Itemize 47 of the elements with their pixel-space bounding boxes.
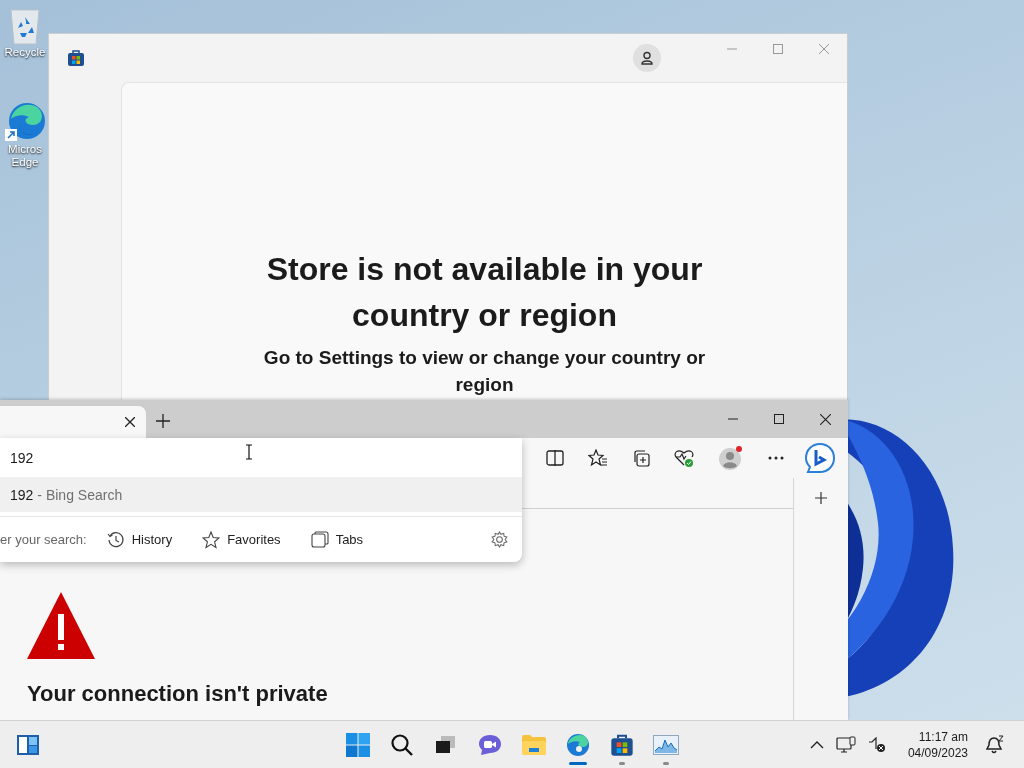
network-icon[interactable] — [835, 735, 856, 754]
time-label: 11:17 am — [918, 728, 968, 745]
text-cursor-icon — [245, 444, 253, 460]
page-heading: Your connection isn't private — [27, 681, 329, 707]
favorites-filter-button[interactable]: Favorites — [202, 530, 281, 549]
bell-icon[interactable] — [986, 734, 1006, 755]
store-bag-icon — [67, 49, 85, 67]
history-filter-button[interactable]: History — [106, 530, 173, 549]
performance-chart-icon[interactable] — [653, 734, 679, 755]
store-bag-icon[interactable] — [610, 732, 634, 757]
tabs-filter-button[interactable]: Tabs — [310, 530, 364, 549]
task-view-icon[interactable] — [435, 734, 457, 755]
recycle-bin-icon[interactable] — [7, 8, 43, 46]
suggestion-item[interactable]: 192 - Bing Search — [0, 477, 522, 512]
widgets-icon[interactable] — [16, 733, 40, 756]
maximize-icon[interactable] — [774, 414, 784, 424]
new-tab-icon[interactable] — [156, 414, 170, 428]
close-icon[interactable] — [125, 417, 135, 427]
error-message: Go to Settings to view or change your country or region — [262, 346, 707, 397]
address-field[interactable]: 192 — [0, 438, 522, 477]
warning-icon — [27, 592, 95, 659]
date-label: 04/09/2023 — [907, 744, 968, 761]
split-screen-icon[interactable] — [546, 450, 564, 466]
filter-label: er your search: — [0, 532, 87, 547]
volume-muted-icon[interactable] — [867, 736, 886, 753]
close-icon[interactable] — [820, 413, 831, 425]
person-icon — [640, 51, 654, 65]
account-button[interactable] — [633, 44, 661, 72]
chevron-up-icon[interactable] — [809, 740, 824, 749]
clock-icon — [106, 530, 125, 549]
star-icon — [202, 530, 221, 549]
settings-icon[interactable] — [491, 531, 508, 548]
profile-avatar-icon[interactable] — [718, 445, 744, 471]
chat-bubble-icon[interactable] — [804, 442, 836, 474]
error-heading: Store is not available in your country or region — [265, 250, 704, 335]
more-icon[interactable] — [768, 456, 784, 460]
start-icon[interactable] — [346, 732, 370, 757]
folder-icon[interactable] — [521, 733, 547, 756]
edge-icon[interactable] — [566, 732, 590, 757]
search-icon[interactable] — [391, 733, 413, 756]
tabs-icon — [310, 530, 329, 549]
clock[interactable]: 11:17 am 04/09/2023 — [907, 728, 968, 761]
chat-icon[interactable] — [478, 733, 502, 756]
collections-icon[interactable] — [632, 449, 650, 467]
add-icon[interactable] — [815, 492, 827, 504]
favorites-icon[interactable] — [588, 449, 608, 467]
heart-pulse-icon[interactable] — [674, 449, 694, 467]
